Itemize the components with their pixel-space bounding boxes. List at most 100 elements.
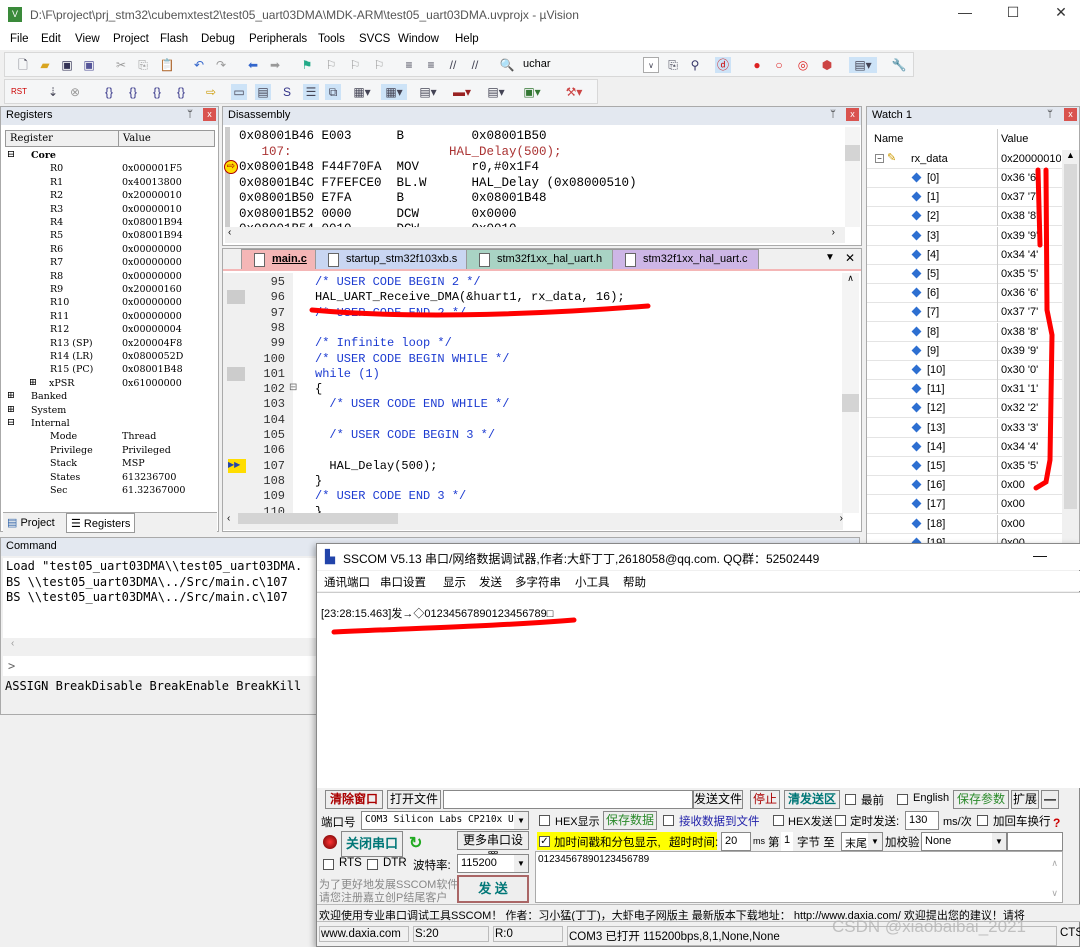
collapse-icon[interactable]: ⊟ bbox=[7, 149, 15, 160]
recv-to-file-checkbox[interactable] bbox=[663, 815, 674, 826]
code-line[interactable]: 100 /* USER CODE BEGIN WHILE */ bbox=[223, 352, 841, 367]
run-to-cursor-icon[interactable]: {} bbox=[173, 84, 189, 100]
expand-button[interactable]: 扩展 bbox=[1011, 790, 1039, 809]
menu-help[interactable]: Help bbox=[455, 33, 479, 45]
configure-icon[interactable]: 🔧 bbox=[891, 57, 907, 73]
register-row[interactable]: ⊟ Internal bbox=[1, 417, 216, 431]
watch-row[interactable]: [12] 0x32 '2' bbox=[867, 399, 1062, 419]
hex-display-checkbox[interactable] bbox=[539, 815, 550, 826]
collapse-button[interactable]: — bbox=[1041, 790, 1059, 809]
code-line[interactable]: 101 while (1) bbox=[223, 366, 841, 382]
watch-row[interactable]: [15] 0x35 '5' bbox=[867, 457, 1062, 476]
stop-button[interactable]: 停止 bbox=[750, 790, 780, 809]
disassembly-hscrollbar[interactable]: ‹ › bbox=[225, 227, 845, 243]
code-view[interactable]: 95 /* USER CODE BEGIN 2 */ 96 HAL_UART_Rece… bbox=[223, 275, 841, 515]
register-value[interactable]: 0x08001B48 bbox=[122, 364, 183, 375]
register-row[interactable]: R14 (LR) 0x0800052D bbox=[1, 351, 216, 364]
close-button[interactable]: ✕ bbox=[1046, 4, 1076, 24]
menu-tools[interactable]: Tools bbox=[318, 33, 345, 45]
timestamp-checkbox[interactable]: ✓ bbox=[539, 836, 550, 847]
expand-icon[interactable]: ⊞ bbox=[29, 377, 37, 388]
register-value[interactable]: 613236700 bbox=[122, 472, 176, 483]
watch-value[interactable]: 0x31 '1' bbox=[997, 380, 1061, 400]
tab-startup[interactable]: startup_stm32f103xb.s bbox=[315, 249, 469, 269]
help-icon[interactable]: ? bbox=[1053, 816, 1060, 830]
menu-file[interactable]: File bbox=[10, 33, 29, 45]
find-icon[interactable]: ⎘ bbox=[665, 57, 681, 73]
trace-windows-icon[interactable]: ▤▾ bbox=[483, 84, 509, 100]
collapse-icon[interactable]: ⊟ bbox=[7, 417, 15, 428]
code-line[interactable]: 106 bbox=[223, 443, 841, 458]
breakpoint-kill-all-icon[interactable]: ⬢ bbox=[819, 57, 835, 73]
register-value[interactable]: Thread bbox=[122, 431, 156, 442]
tab-project[interactable]: ▤ Project bbox=[7, 516, 55, 529]
watch-value[interactable]: 0x39 '9' bbox=[997, 226, 1061, 246]
expand-icon[interactable]: ⊞ bbox=[7, 390, 15, 401]
register-row[interactable]: R5 0x08001B94 bbox=[1, 230, 216, 243]
register-row[interactable]: R7 0x00000000 bbox=[1, 257, 216, 270]
watch-row[interactable]: [16] 0x00 bbox=[867, 476, 1062, 496]
watch-row[interactable]: [11] 0x31 '1' bbox=[867, 380, 1062, 400]
register-value[interactable]: 0x00000000 bbox=[122, 311, 182, 322]
watch-row[interactable]: [3] 0x39 '9' bbox=[867, 226, 1062, 246]
watch-value[interactable]: 0x36 '6' bbox=[997, 169, 1061, 188]
code-line[interactable]: 109 /* USER CODE END 3 */ bbox=[223, 489, 841, 504]
register-row[interactable]: ⊞ xPSR 0x61000000 bbox=[1, 377, 216, 391]
register-value[interactable]: 0x000001F5 bbox=[122, 163, 182, 174]
refresh-icon[interactable]: ↻ bbox=[409, 833, 422, 853]
register-row[interactable]: Privilege Privileged bbox=[1, 445, 216, 458]
watch-value[interactable]: 0x37 '7' bbox=[997, 303, 1061, 323]
to-select[interactable]: 末尾 ▼ bbox=[841, 832, 883, 851]
breakpoint-insert-icon[interactable]: ● bbox=[749, 57, 765, 73]
step-over-icon[interactable]: {} bbox=[125, 84, 141, 100]
debug-session-icon[interactable]: ⓓ bbox=[715, 57, 731, 73]
watch-value[interactable]: 0x34 '4' bbox=[997, 245, 1061, 265]
menu-svcs[interactable]: SVCS bbox=[359, 33, 390, 45]
pin-icon[interactable]: ᛘ bbox=[830, 109, 836, 120]
save-icon[interactable]: ▣ bbox=[59, 57, 75, 73]
send-text-area[interactable]: 01234567890123456789 ∧ ∨ bbox=[535, 851, 1063, 903]
editor-hscrollbar[interactable]: ‹ › bbox=[223, 513, 843, 530]
register-value[interactable]: 0x61000000 bbox=[122, 378, 182, 389]
register-value[interactable]: 0x00000010 bbox=[122, 204, 182, 215]
code-line[interactable]: 95 /* USER CODE BEGIN 2 */ bbox=[223, 275, 841, 290]
watch-row[interactable]: [0] 0x36 '6' bbox=[867, 169, 1062, 188]
watch-value[interactable]: 0x35 '5' bbox=[997, 265, 1061, 284]
register-value[interactable]: 0x00000000 bbox=[122, 257, 182, 268]
code-line[interactable]: 102 {⊟ bbox=[223, 382, 841, 397]
symbols-window-icon[interactable]: S bbox=[279, 84, 295, 100]
register-row[interactable]: R15 (PC) 0x08001B48 bbox=[1, 364, 216, 377]
open-folder-icon[interactable]: ▰ bbox=[37, 57, 53, 73]
watch-value[interactable]: 0x32 '2' bbox=[997, 399, 1061, 419]
register-value[interactable]: 0x00000000 bbox=[122, 297, 182, 308]
menu-flash[interactable]: Flash bbox=[160, 33, 188, 45]
add-crlf-checkbox[interactable] bbox=[977, 815, 988, 826]
watch-value[interactable]: 0x34 '4' bbox=[997, 437, 1061, 457]
tab-hal-uart-h[interactable]: stm32f1xx_hal_uart.h bbox=[466, 249, 614, 269]
register-row[interactable]: R1 0x40013800 bbox=[1, 177, 216, 190]
editor-vscrollbar[interactable]: ∧ bbox=[842, 273, 859, 513]
code-line[interactable]: 103 /* USER CODE END WHILE */ bbox=[223, 397, 841, 412]
breakpoint-disable-all-icon[interactable]: ◎ bbox=[795, 57, 811, 73]
port-select[interactable]: COM3 Silicon Labs CP210x U ▼ bbox=[361, 811, 529, 830]
unindent-icon[interactable]: ≡ bbox=[423, 57, 439, 73]
next-bookmark-icon[interactable]: ⚐ bbox=[347, 57, 363, 73]
registers-window-icon[interactable]: ☰ bbox=[303, 84, 319, 100]
cut-icon[interactable]: ✂ bbox=[113, 57, 129, 73]
stop-icon[interactable]: ⊗ bbox=[67, 84, 83, 100]
send-file-button[interactable]: 发送文件 bbox=[693, 790, 743, 809]
watch-row[interactable]: [6] 0x36 '6' bbox=[867, 284, 1062, 304]
watch-value[interactable]: 0x20000010 " bbox=[997, 150, 1061, 169]
menu-peripherals[interactable]: Peripherals bbox=[249, 33, 307, 45]
system-viewer-icon[interactable]: ▣▾ bbox=[519, 84, 545, 100]
watch-row-root[interactable]: − ✎ rx_data 0x20000010 " bbox=[867, 150, 1077, 169]
watch-value[interactable]: 0x36 '6' bbox=[997, 284, 1061, 304]
save-data-button[interactable]: 保存数据 bbox=[603, 811, 657, 830]
register-row[interactable]: R0 0x000001F5 bbox=[1, 163, 216, 176]
sscom-minimize-button[interactable]: — bbox=[1033, 547, 1047, 563]
col-name[interactable]: Name bbox=[874, 133, 903, 145]
menu-display[interactable]: 显示 bbox=[443, 574, 466, 590]
pin-icon[interactable]: ᛘ bbox=[187, 109, 193, 120]
register-row[interactable]: R2 0x20000010 bbox=[1, 190, 216, 203]
register-row[interactable]: States 613236700 bbox=[1, 472, 216, 485]
